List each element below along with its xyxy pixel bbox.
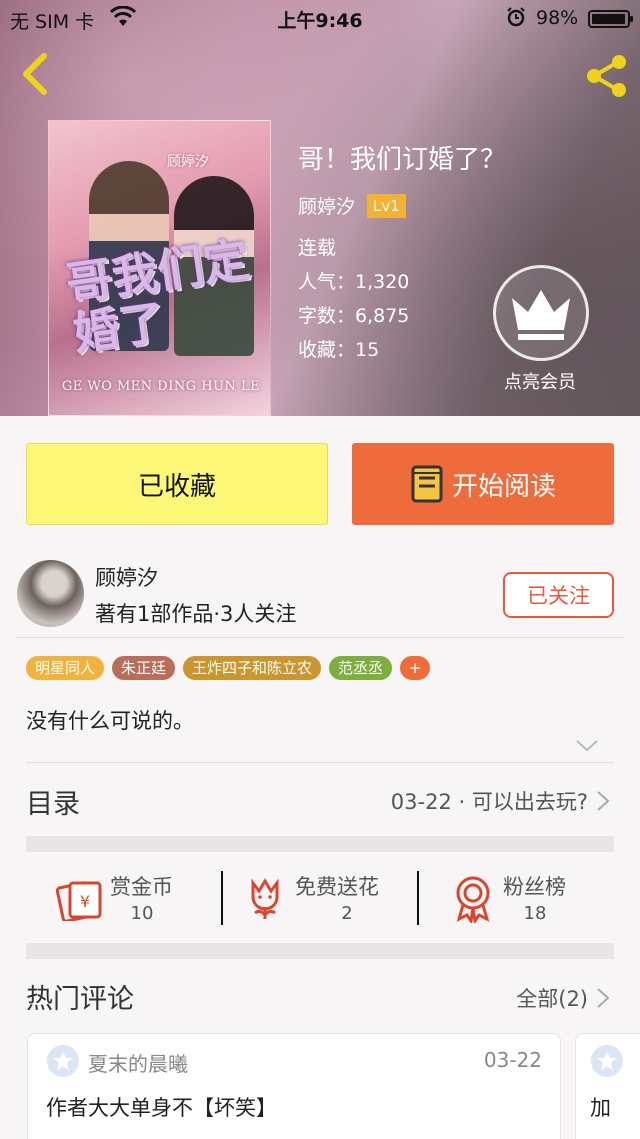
status-bar: 无 SIM 卡 上午9:46 98% xyxy=(0,0,640,36)
add-tag-button[interactable]: + xyxy=(400,656,431,680)
comment-card[interactable]: 夏末的晨曦 03-22 作者大大单身不【坏笑】 xyxy=(27,1033,561,1139)
battery-percent: 98% xyxy=(536,7,579,29)
book-cover[interactable]: 顾婷汐 哥我们定婚了 GE WO MEN DING HUN LE xyxy=(48,120,271,416)
divider xyxy=(16,637,624,638)
comment-date: 03-22 xyxy=(483,1048,542,1072)
back-button[interactable] xyxy=(14,52,54,96)
favorite-button[interactable]: 已收藏 xyxy=(26,443,328,525)
tag[interactable]: 王炸四子和陈立农 xyxy=(183,656,322,680)
divider xyxy=(26,762,614,763)
user-avatar-icon xyxy=(46,1044,80,1082)
book-description: 没有什么可说的。 xyxy=(26,709,194,733)
comment-text: 加 xyxy=(590,1096,611,1120)
tag[interactable]: 范丞丞 xyxy=(329,656,393,680)
chevron-right-icon[interactable] xyxy=(596,987,610,1013)
battery-icon xyxy=(588,10,633,28)
expand-description-button[interactable] xyxy=(575,738,599,757)
start-reading-label: 开始阅读 xyxy=(451,471,556,502)
support-actions: ¥ 赏金币 10 免费送花 2 粉丝榜 18 xyxy=(26,853,614,943)
hot-comments-header: 热门评论 全部(2) xyxy=(26,975,614,1019)
level-badge: Lv1 xyxy=(367,193,406,218)
section-gap xyxy=(26,943,614,959)
toc-label: 目录 xyxy=(26,789,80,820)
comment-text: 作者大大单身不【坏笑】 xyxy=(46,1096,277,1120)
serial-status: 连载 xyxy=(298,237,337,259)
medal-icon xyxy=(456,876,490,923)
action-label: 免费送花 xyxy=(295,875,379,899)
action-label: 粉丝榜 xyxy=(503,875,566,899)
reward-coins-button[interactable]: ¥ 赏金币 10 xyxy=(26,853,222,943)
table-of-contents-row[interactable]: 目录 03-22 · 可以出去玩? xyxy=(26,770,614,830)
comment-user: 夏末的晨曦 xyxy=(88,1052,188,1076)
free-flowers-button[interactable]: 免费送花 2 xyxy=(223,853,417,943)
alarm-icon xyxy=(506,7,526,32)
book-title: 哥！我们订婚了？ xyxy=(298,145,507,175)
all-comments-link[interactable]: 全部(2) xyxy=(516,983,588,1013)
word-count: 字数：6,875 xyxy=(298,305,410,327)
cover-pinyin: GE WO MEN DING HUN LE xyxy=(61,379,261,394)
tag[interactable]: 明星同人 xyxy=(26,656,105,680)
share-icon xyxy=(587,55,626,97)
comment-card[interactable]: 加 xyxy=(575,1033,640,1139)
tag-list: 明星同人 朱正廷 王炸四子和陈立农 范丞丞 + xyxy=(26,656,431,680)
book-author-line: 顾婷汐 Lv1 xyxy=(298,192,506,219)
vip-label[interactable]: 点亮会员 xyxy=(480,368,600,394)
author-stats: 著有1部作品·3人关注 xyxy=(95,602,297,626)
vip-crown-button[interactable] xyxy=(493,265,589,361)
cover-author: 顾婷汐 xyxy=(167,154,209,170)
book-icon xyxy=(411,465,443,503)
favorite-count: 收藏：15 xyxy=(298,339,380,361)
book-info: 哥！我们订婚了？ 顾婷汐 Lv1 连载 人气：1,320 字数：6,875 收藏… xyxy=(298,142,506,367)
latest-chapter: 03-22 · 可以出去玩? xyxy=(390,790,588,814)
follow-button[interactable]: 已关注 xyxy=(503,572,614,618)
action-count: 10 xyxy=(130,903,154,924)
author-card[interactable]: 顾婷汐 著有1部作品·3人关注 已关注 xyxy=(0,548,640,638)
action-count: 18 xyxy=(523,903,547,924)
user-avatar-icon xyxy=(590,1044,624,1082)
flower-icon xyxy=(251,878,279,919)
action-count: 2 xyxy=(341,903,353,924)
red-envelope-icon: ¥ xyxy=(56,881,102,921)
section-gap xyxy=(26,836,614,852)
back-arrow-icon xyxy=(23,53,47,95)
fan-ranking-button[interactable]: 粉丝榜 18 xyxy=(419,853,614,943)
popularity: 人气：1,320 xyxy=(298,271,410,293)
chevron-down-icon xyxy=(576,740,598,752)
tag[interactable]: 朱正廷 xyxy=(112,656,176,680)
hot-comments-title: 热门评论 xyxy=(26,984,134,1015)
book-author[interactable]: 顾婷汐 xyxy=(298,192,355,219)
svg-text:¥: ¥ xyxy=(80,892,90,911)
author-name: 顾婷汐 xyxy=(95,566,158,590)
action-label: 赏金币 xyxy=(110,875,173,899)
start-reading-button[interactable]: 开始阅读 xyxy=(352,443,614,525)
avatar[interactable] xyxy=(17,560,84,627)
chevron-right-icon xyxy=(596,790,610,816)
share-button[interactable] xyxy=(582,54,630,98)
crown-icon xyxy=(512,290,570,340)
